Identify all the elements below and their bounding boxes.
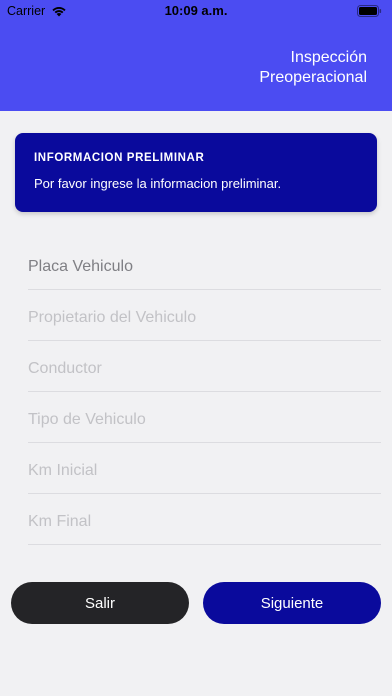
header-title-line1: Inspección: [290, 49, 368, 66]
status-time: 10:09 a.m.: [164, 3, 228, 18]
header-title-line2: Preoperacional: [259, 69, 367, 86]
battery-icon: [357, 5, 382, 17]
km-start-field: [28, 443, 381, 494]
info-card: INFORMACION PRELIMINAR Por favor ingrese…: [15, 133, 377, 212]
app-header: Carrier 10:09 a.m. Inspección Preoperaci…: [0, 0, 392, 111]
inspection-screen: Carrier 10:09 a.m. Inspección Preoperaci…: [0, 0, 392, 696]
driver-input[interactable]: [28, 357, 368, 381]
next-button[interactable]: Siguiente: [203, 582, 381, 624]
plate-input[interactable]: [28, 255, 368, 279]
plate-field: [28, 239, 381, 290]
vehicle-type-input[interactable]: [28, 408, 368, 432]
exit-button[interactable]: Salir: [11, 582, 189, 624]
km-end-field: [28, 494, 381, 545]
info-card-title: INFORMACION PRELIMINAR: [34, 152, 205, 164]
km-end-input[interactable]: [28, 510, 368, 534]
vehicle-type-field: [28, 392, 381, 443]
owner-input[interactable]: [28, 306, 368, 330]
info-card-message: Por favor ingrese la informacion prelimi…: [34, 176, 282, 191]
owner-field: [28, 290, 381, 341]
status-bar: Carrier 10:09 a.m.: [0, 0, 392, 22]
driver-field: [28, 341, 381, 392]
km-start-input[interactable]: [28, 459, 368, 483]
header-title: Inspección Preoperacional: [167, 48, 367, 88]
